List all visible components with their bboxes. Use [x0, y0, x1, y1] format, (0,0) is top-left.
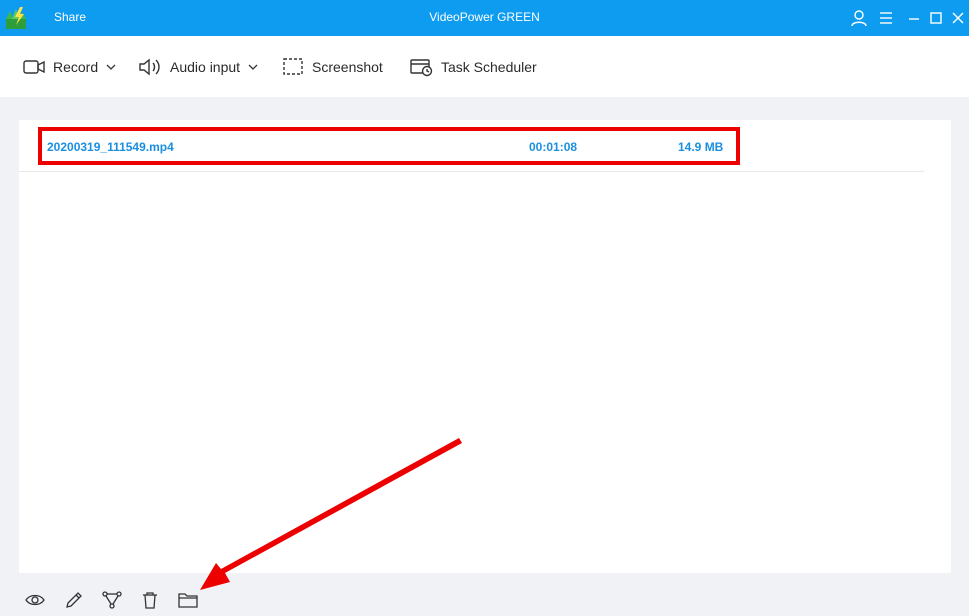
chevron-down-icon[interactable] — [248, 63, 258, 71]
screenshot-button[interactable]: Screenshot — [283, 56, 383, 78]
eye-icon[interactable] — [25, 591, 45, 609]
record-label: Record — [53, 59, 99, 75]
minimize-icon[interactable] — [905, 9, 923, 27]
maximize-icon[interactable] — [927, 9, 945, 27]
file-size: 14.9 MB — [678, 140, 724, 154]
trash-icon[interactable] — [140, 591, 160, 609]
close-icon[interactable] — [949, 9, 967, 27]
app-title: VideoPower GREEN — [429, 10, 540, 24]
screenshot-label: Screenshot — [312, 59, 383, 75]
file-list: 20200319_111549.mp4 00:01:08 14.9 MB — [19, 120, 951, 573]
user-icon[interactable] — [850, 9, 868, 27]
share-nodes-icon[interactable] — [102, 591, 122, 609]
bottom-action-bar — [0, 583, 969, 616]
pencil-icon[interactable] — [64, 591, 84, 609]
file-name: 20200319_111549.mp4 — [47, 140, 174, 154]
task-scheduler-label: Task Scheduler — [441, 59, 537, 75]
speaker-icon — [139, 58, 160, 76]
file-duration: 00:01:08 — [529, 140, 578, 154]
main-toolbar: Record Audio input Screenshot Task Sched… — [0, 36, 969, 97]
folder-icon[interactable] — [178, 591, 198, 609]
audio-input-button[interactable]: Audio input — [138, 56, 258, 78]
video-camera-icon — [23, 60, 45, 74]
calendar-clock-icon — [410, 59, 433, 77]
audio-input-label: Audio input — [170, 59, 241, 75]
task-scheduler-button[interactable]: Task Scheduler — [410, 56, 537, 78]
menu-icon[interactable] — [877, 9, 895, 27]
screenshot-icon — [283, 58, 303, 75]
title-bar: Share VideoPower GREEN — [0, 0, 969, 36]
chevron-down-icon[interactable] — [106, 63, 116, 71]
table-row[interactable]: 20200319_111549.mp4 00:01:08 14.9 MB — [19, 120, 924, 172]
record-button[interactable]: Record — [23, 56, 116, 78]
